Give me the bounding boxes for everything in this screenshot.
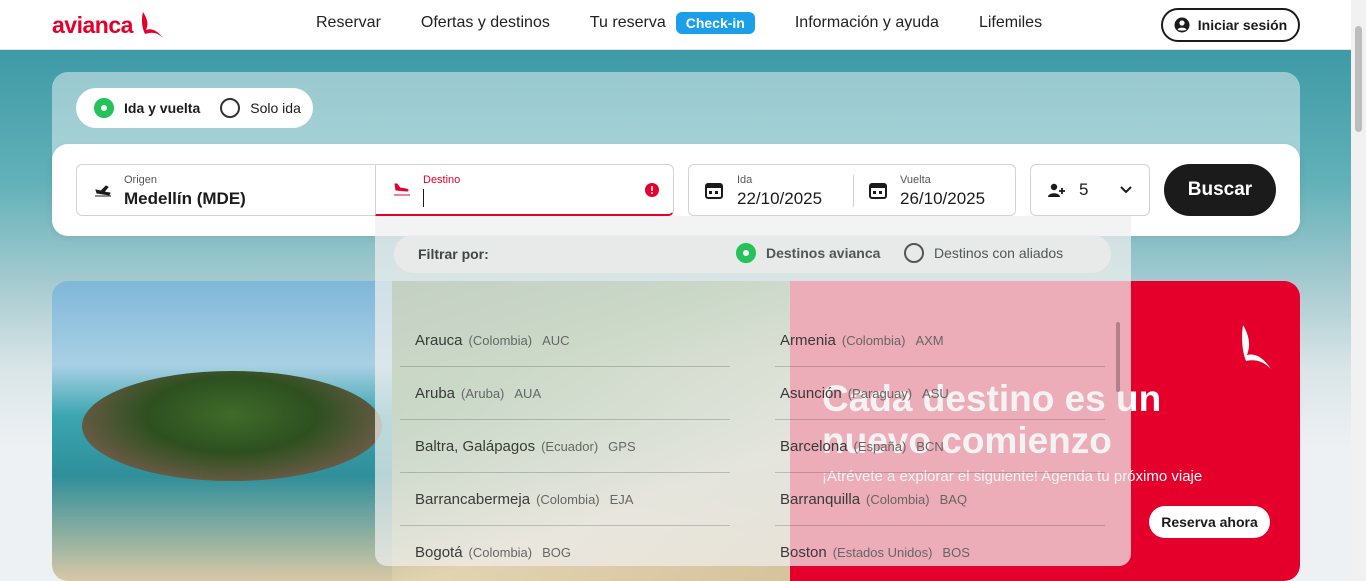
- main-nav: Reservar Ofertas y destinos Tu reserva C…: [316, 12, 1042, 34]
- filter-radio-partners[interactable]: [904, 243, 924, 263]
- error-icon: [645, 183, 659, 197]
- row-divider: [400, 525, 730, 526]
- search-button[interactable]: Buscar: [1164, 164, 1276, 216]
- destination-label: Destino: [423, 174, 461, 186]
- filter-option-partners-label: Destinos con aliados: [934, 245, 1064, 261]
- passengers-count: 5: [1079, 180, 1089, 199]
- list-item[interactable]: Bogotá (Colombia) BOG: [415, 544, 735, 581]
- nav-reservar[interactable]: Reservar: [316, 14, 381, 32]
- filter-option-avianca[interactable]: Destinos avianca: [736, 243, 880, 263]
- one-way-radio[interactable]: [220, 98, 241, 118]
- avianca-bird-icon: [1242, 325, 1271, 369]
- trip-type-selector: Ida y vuelta Solo ida: [76, 88, 313, 128]
- avianca-bird-icon: [141, 12, 163, 38]
- text-cursor: [423, 189, 424, 207]
- list-item[interactable]: Asunción (Paraguay) ASU: [780, 385, 1100, 437]
- filter-option-avianca-label: Destinos avianca: [766, 245, 881, 261]
- list-item[interactable]: Barranquilla (Colombia) BAQ: [780, 491, 1100, 543]
- row-divider: [775, 472, 1105, 473]
- passengers-field[interactable]: 5: [1030, 164, 1150, 216]
- dropdown-scrollbar[interactable]: [1116, 322, 1120, 392]
- row-divider: [775, 366, 1105, 367]
- round-trip-label[interactable]: Ida y vuelta: [124, 100, 200, 116]
- nav-informacion[interactable]: Información y ayuda: [795, 14, 939, 32]
- list-item[interactable]: Boston (Estados Unidos) BOS: [780, 544, 1100, 581]
- depart-value[interactable]: 22/10/2025: [737, 189, 822, 209]
- list-item[interactable]: Arauca (Colombia) AUC: [415, 332, 735, 384]
- return-label: Vuelta: [900, 174, 931, 186]
- calendar-icon: [869, 183, 887, 199]
- chevron-down-icon: [1120, 186, 1132, 194]
- date-divider: [853, 175, 854, 207]
- plane-landing-icon: [394, 183, 410, 196]
- list-item[interactable]: Barcelona (España) BCN: [780, 438, 1100, 490]
- list-item[interactable]: Baltra, Galápagos (Ecuador) GPS: [415, 438, 735, 490]
- add-person-icon: [1048, 183, 1065, 197]
- logo-text: avianca: [52, 11, 133, 38]
- filter-option-partners[interactable]: Destinos con aliados: [904, 243, 1063, 263]
- filter-radio-avianca[interactable]: [736, 243, 756, 263]
- plane-takeoff-icon: [95, 185, 111, 197]
- destination-field[interactable]: Destino: [375, 164, 674, 216]
- user-icon: [1174, 17, 1190, 33]
- return-value[interactable]: 26/10/2025: [900, 189, 985, 209]
- top-header: avianca Reservar Ofertas y destinos Tu r…: [0, 0, 1366, 50]
- calendar-icon: [705, 183, 723, 199]
- round-trip-radio[interactable]: [94, 98, 114, 118]
- filter-label: Filtrar por:: [418, 246, 489, 262]
- login-button[interactable]: Iniciar sesión: [1161, 8, 1300, 42]
- row-divider: [400, 419, 730, 420]
- login-label: Iniciar sesión: [1197, 17, 1288, 33]
- nav-ofertas[interactable]: Ofertas y destinos: [421, 14, 550, 32]
- list-item[interactable]: Aruba (Aruba) AUA: [415, 385, 735, 437]
- island-shape: [82, 371, 382, 481]
- origin-label: Origen: [124, 174, 158, 186]
- avianca-logo[interactable]: avianca: [52, 10, 165, 40]
- row-divider: [400, 472, 730, 473]
- nav-lifemiles[interactable]: Lifemiles: [979, 14, 1042, 32]
- one-way-label[interactable]: Solo ida: [250, 100, 301, 116]
- nav-tu-reserva[interactable]: Tu reserva: [590, 14, 666, 32]
- checkin-badge[interactable]: Check-in: [675, 12, 755, 34]
- list-item[interactable]: Barrancabermeja (Colombia) EJA: [415, 491, 735, 543]
- depart-label: Ida: [737, 174, 753, 186]
- scroll-thumb[interactable]: [1355, 26, 1362, 132]
- reserve-now-button[interactable]: Reserva ahora: [1149, 506, 1270, 538]
- page-scrollbar[interactable]: [1351, 0, 1366, 581]
- origin-field[interactable]: Origen Medellín (MDE): [76, 164, 376, 216]
- origin-value: Medellín (MDE): [124, 189, 246, 208]
- row-divider: [775, 419, 1105, 420]
- list-item[interactable]: Armenia (Colombia) AXM: [780, 332, 1100, 384]
- filter-bar: Filtrar por: Destinos avianca Destinos c…: [394, 235, 1111, 273]
- row-divider: [400, 366, 730, 367]
- row-divider: [775, 525, 1105, 526]
- dates-field[interactable]: Ida 22/10/2025 Vuelta 26/10/2025: [688, 164, 1016, 216]
